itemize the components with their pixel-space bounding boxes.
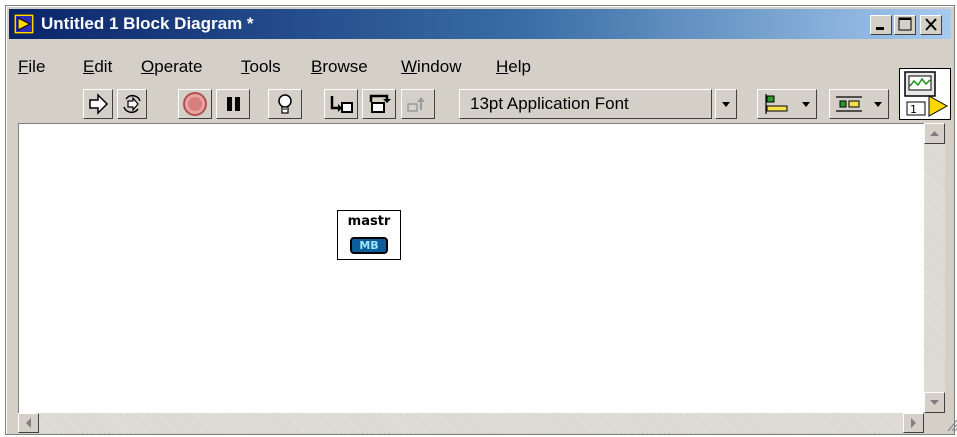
step-out-button[interactable] — [401, 89, 435, 119]
maximize-icon — [898, 17, 912, 31]
menu-window[interactable]: Window — [401, 57, 461, 77]
align-objects-button[interactable] — [757, 89, 817, 119]
resize-grip-icon[interactable] — [945, 413, 957, 433]
chevron-down-icon — [722, 102, 730, 107]
horizontal-scrollbar[interactable] — [18, 413, 924, 433]
distribute-objects-icon — [836, 96, 882, 112]
title-bar[interactable]: Untitled 1 Block Diagram * — [9, 9, 951, 39]
menu-tools[interactable]: Tools — [241, 57, 281, 77]
maximize-button[interactable] — [894, 15, 916, 35]
minimize-button[interactable] — [870, 15, 892, 35]
distribute-objects-button[interactable] — [829, 89, 889, 119]
menu-operate[interactable]: Operate — [141, 57, 202, 77]
run-arrow-icon — [89, 93, 109, 115]
subvi-node-badge: MB — [350, 237, 388, 254]
step-over-icon — [369, 94, 391, 113]
pause-button[interactable] — [216, 89, 250, 119]
menu-edit[interactable]: Edit — [83, 57, 112, 77]
arrow-up-icon — [930, 131, 939, 136]
menu-file[interactable]: File — [18, 57, 45, 77]
arrow-left-icon — [26, 418, 31, 428]
run-continuously-icon — [123, 95, 141, 113]
block-diagram-window: Untitled 1 Block Diagram * File Edit Ope… — [5, 5, 957, 435]
scroll-left-button[interactable] — [18, 413, 39, 433]
pause-icon — [227, 97, 240, 111]
font-selector[interactable]: 13pt Application Font — [459, 89, 712, 119]
block-diagram-canvas[interactable]: mastr MB — [18, 123, 924, 413]
subvi-node-label: mastr — [347, 214, 391, 229]
menu-browse[interactable]: Browse — [311, 57, 368, 77]
step-over-button[interactable] — [362, 89, 396, 119]
menu-help[interactable]: Help — [496, 57, 531, 77]
window-title: Untitled 1 Block Diagram * — [41, 14, 254, 33]
step-into-button[interactable] — [324, 89, 358, 119]
close-button[interactable] — [920, 15, 942, 35]
run-button[interactable] — [83, 89, 113, 119]
labview-app-icon — [14, 14, 34, 34]
step-into-icon — [330, 96, 353, 113]
arrow-right-icon — [911, 418, 916, 428]
step-out-icon — [407, 97, 425, 112]
vi-icon[interactable]: 1 — [899, 68, 951, 120]
subvi-node[interactable]: mastr MB — [337, 210, 401, 260]
vi-icon-number: 1 — [910, 103, 917, 116]
vertical-scrollbar[interactable] — [924, 123, 945, 413]
scroll-right-button[interactable] — [903, 413, 924, 433]
font-dropdown-button[interactable] — [715, 89, 737, 119]
abort-icon — [183, 92, 207, 116]
minimize-icon — [876, 27, 884, 30]
arrow-down-icon — [930, 400, 939, 405]
abort-button[interactable] — [178, 89, 212, 119]
run-continuously-button[interactable] — [117, 89, 147, 119]
scroll-up-button[interactable] — [924, 123, 945, 144]
highlight-execution-icon — [278, 94, 292, 114]
align-objects-icon — [765, 94, 810, 114]
scroll-down-button[interactable] — [924, 392, 945, 413]
highlight-execution-button[interactable] — [268, 89, 302, 119]
close-icon — [925, 18, 937, 31]
